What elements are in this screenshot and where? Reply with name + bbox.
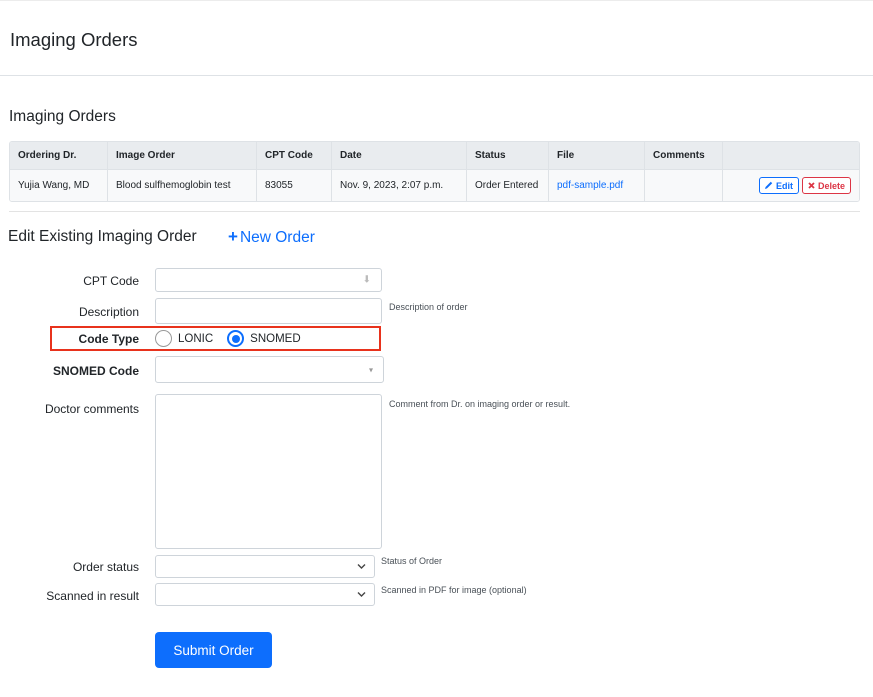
snomed-code-label: SNOMED Code bbox=[52, 364, 139, 378]
column-header-status: Status bbox=[467, 142, 549, 169]
cell-ordering-dr: Yujia Wang, MD bbox=[10, 170, 108, 201]
table-header-row: Ordering Dr. Image Order CPT Code Date S… bbox=[10, 142, 859, 170]
cpt-code-label: CPT Code bbox=[83, 274, 139, 288]
file-link[interactable]: pdf-sample.pdf bbox=[557, 180, 623, 191]
column-header-date: Date bbox=[332, 142, 467, 169]
scanned-result-select[interactable] bbox=[155, 583, 375, 606]
cell-comments bbox=[645, 170, 723, 201]
column-header-image-order: Image Order bbox=[108, 142, 257, 169]
snomed-radio-label: SNOMED bbox=[250, 332, 301, 345]
new-order-label: New Order bbox=[239, 229, 315, 246]
order-status-hint: Status of Order bbox=[381, 556, 443, 566]
column-header-cpt-code: CPT Code bbox=[257, 142, 332, 169]
lonic-radio-label: LONIC bbox=[178, 332, 214, 345]
chevron-down-icon bbox=[357, 589, 366, 600]
edit-button[interactable]: Edit bbox=[758, 177, 799, 194]
cell-image-order: Blood sulfhemoglobin test bbox=[108, 170, 257, 201]
cell-file: pdf-sample.pdf bbox=[549, 170, 645, 201]
edit-button-label: Edit bbox=[775, 180, 793, 191]
cell-cpt-code: 83055 bbox=[257, 170, 332, 201]
orders-table: Ordering Dr. Image Order CPT Code Date S… bbox=[9, 141, 860, 202]
delete-button-label: Delete bbox=[817, 180, 845, 191]
column-header-ordering-dr: Ordering Dr. bbox=[10, 142, 108, 169]
scanned-result-hint: Scanned in PDF for image (optional) bbox=[381, 585, 527, 595]
table-row: Yujia Wang, MD Blood sulfhemoglobin test… bbox=[10, 170, 859, 201]
pencil-icon bbox=[764, 181, 773, 191]
submit-order-button[interactable]: Submit Order bbox=[155, 632, 272, 668]
delete-button[interactable]: Delete bbox=[801, 177, 851, 194]
down-arrow-icon: ⬇ bbox=[362, 274, 371, 286]
top-header: Imaging Orders bbox=[0, 0, 873, 76]
order-status-label: Order status bbox=[72, 560, 139, 574]
code-type-radio-group: LONIC SNOMED bbox=[155, 330, 301, 347]
cell-status: Order Entered bbox=[467, 170, 549, 201]
cpt-code-select[interactable]: ⬇ bbox=[155, 268, 382, 292]
column-header-actions bbox=[723, 142, 859, 169]
x-icon bbox=[808, 181, 815, 191]
column-header-comments: Comments bbox=[645, 142, 723, 169]
section-divider bbox=[9, 211, 860, 212]
lonic-radio[interactable] bbox=[155, 330, 172, 347]
cell-actions: Edit Delete bbox=[723, 170, 859, 201]
snomed-radio[interactable] bbox=[227, 330, 245, 347]
code-type-label: Code Type bbox=[78, 332, 139, 346]
chevron-down-icon bbox=[357, 561, 366, 572]
cell-date: Nov. 9, 2023, 2:07 p.m. bbox=[332, 170, 467, 201]
doctor-comments-hint: Comment from Dr. on imaging order or res… bbox=[389, 399, 571, 409]
doctor-comments-textarea[interactable] bbox=[155, 394, 382, 549]
doctor-comments-label: Doctor comments bbox=[44, 402, 139, 416]
order-status-select[interactable] bbox=[155, 555, 375, 578]
plus-icon: + bbox=[228, 227, 238, 246]
description-label: Description bbox=[78, 305, 139, 319]
chevron-down-icon: ▾ bbox=[368, 365, 373, 374]
column-header-file: File bbox=[549, 142, 645, 169]
description-input[interactable] bbox=[155, 298, 382, 324]
scanned-result-label: Scanned in result bbox=[46, 589, 139, 603]
new-order-link[interactable]: + New Order bbox=[228, 227, 315, 247]
page-title: Imaging Orders bbox=[10, 29, 138, 50]
orders-section-title: Imaging Orders bbox=[9, 108, 116, 125]
edit-form-title: Edit Existing Imaging Order bbox=[8, 228, 197, 245]
description-hint: Description of order bbox=[389, 302, 468, 312]
snomed-code-select[interactable]: ▾ bbox=[155, 356, 384, 383]
